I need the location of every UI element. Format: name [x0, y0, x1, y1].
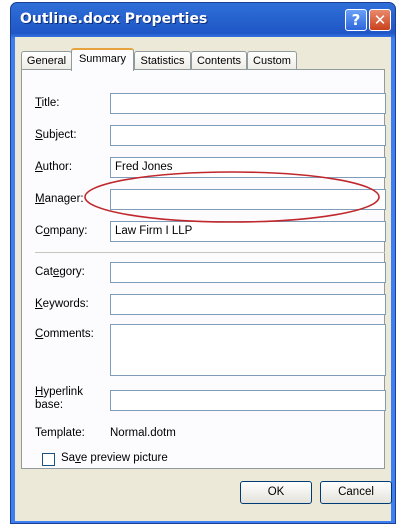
title-field[interactable]: [110, 93, 386, 114]
manager-label: Manager:: [35, 193, 84, 205]
tab-general[interactable]: General: [21, 51, 72, 70]
section-divider: [35, 252, 385, 253]
tab-statistics[interactable]: Statistics: [134, 51, 191, 70]
category-label: Category:: [35, 266, 85, 278]
tab-summary[interactable]: Summary: [71, 48, 134, 71]
company-field[interactable]: Law Firm I LLP: [110, 221, 386, 242]
company-label: Company:: [35, 225, 88, 237]
summary-panel: Title: Subject: Author: Fred Jones Manag…: [21, 69, 386, 469]
manager-field[interactable]: [110, 189, 386, 210]
keywords-label: Keywords:: [35, 298, 89, 310]
hyperlink-base-field[interactable]: [110, 390, 386, 411]
cancel-button[interactable]: Cancel: [320, 481, 392, 504]
dialog-title: Outline.docx Properties: [20, 11, 208, 27]
properties-dialog: Outline.docx Properties ? ✕ General Summ…: [10, 2, 396, 524]
tab-contents[interactable]: Contents: [191, 51, 247, 70]
author-field[interactable]: Fred Jones: [110, 157, 386, 178]
template-label: Template:: [35, 427, 85, 439]
dialog-body: General Summary Statistics Contents Cust…: [15, 37, 392, 521]
tab-custom[interactable]: Custom: [247, 51, 297, 70]
hyperlink-base-label: Hyperlink base:: [35, 386, 83, 411]
subject-field[interactable]: [110, 125, 386, 146]
help-icon: ?: [351, 11, 361, 29]
template-value: Normal.dotm: [110, 427, 176, 439]
keywords-field[interactable]: [110, 294, 386, 315]
save-preview-label: Save preview picture: [61, 452, 168, 464]
author-label: Author:: [35, 161, 73, 173]
comments-label: Comments:: [35, 328, 94, 340]
tab-strip: General Summary Statistics Contents Cust…: [21, 48, 385, 71]
subject-label: Subject:: [35, 129, 77, 141]
help-button[interactable]: ?: [345, 9, 367, 31]
close-icon: ✕: [373, 11, 387, 29]
save-preview-checkbox[interactable]: [42, 453, 55, 466]
close-button[interactable]: ✕: [369, 9, 391, 31]
ok-button[interactable]: OK: [240, 481, 312, 504]
title-label: Title:: [35, 97, 60, 109]
title-bar[interactable]: Outline.docx Properties ? ✕: [11, 3, 395, 37]
category-field[interactable]: [110, 262, 386, 283]
comments-field[interactable]: [110, 324, 386, 376]
